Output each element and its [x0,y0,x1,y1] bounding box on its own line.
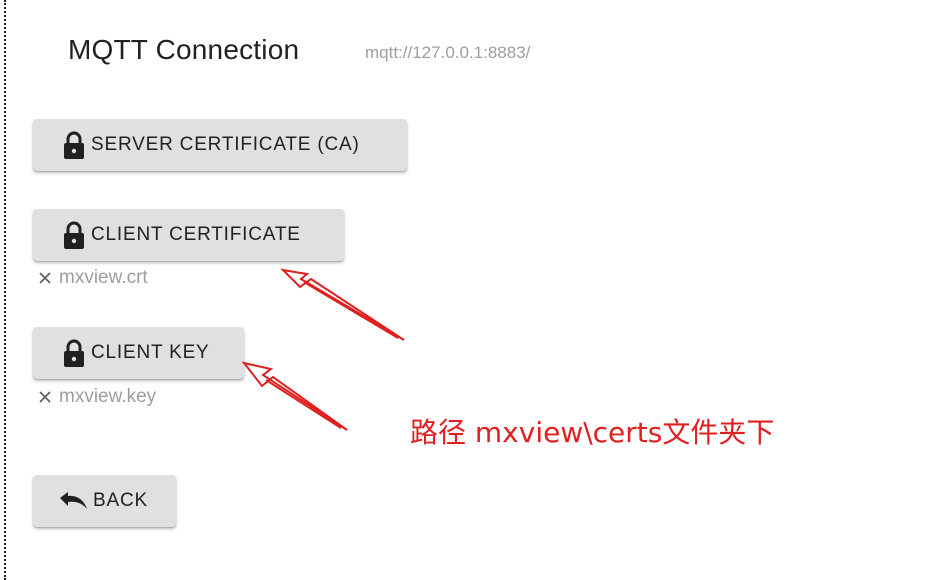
arrow-to-client-key [241,361,348,431]
arrow-to-client-certificate [280,268,405,341]
annotation-arrows [241,268,405,431]
annotation-text: 路径 mxview\certs文件夹下 [410,416,775,449]
